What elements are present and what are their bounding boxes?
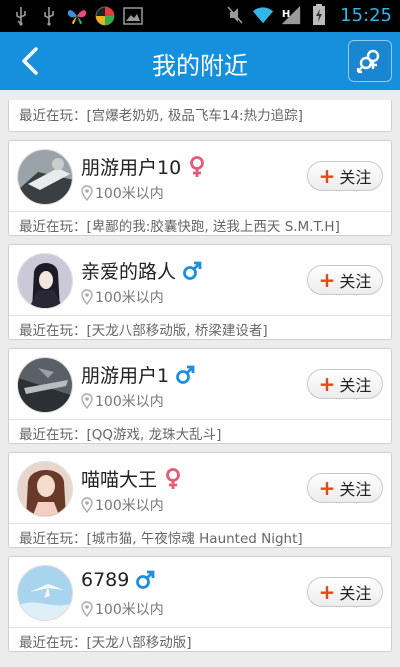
nearby-list[interactable]: 最近在玩：[宫爆老奶奶, 极品飞车14:热力追踪] 朋游用户10 100米以内 … — [0, 90, 400, 667]
distance-text: 100米以内 — [95, 602, 164, 618]
follow-button[interactable]: + 关注 — [307, 369, 383, 399]
list-item[interactable]: 6789 100米以内 + 关注 最近在玩：[天龙八部移动版] — [8, 556, 392, 652]
distance-text: 100米以内 — [95, 394, 164, 410]
signal-icon: H — [280, 4, 302, 26]
distance-text: 100米以内 — [95, 290, 164, 306]
list-item[interactable]: 朋游用户1 100米以内 + 关注 最近在玩：[QQ游戏, 龙珠大乱斗] — [8, 348, 392, 444]
follow-label: 关注 — [339, 376, 372, 395]
follow-label: 关注 — [339, 480, 372, 499]
distance-text: 100米以内 — [95, 186, 164, 202]
list-item[interactable]: 喵喵大王 100米以内 + 关注 最近在玩：[城市猫, 午夜惊魂 Haunted… — [8, 452, 392, 548]
male-icon — [135, 569, 155, 591]
butterfly-app-icon — [66, 5, 88, 27]
location-pin-icon — [81, 497, 93, 513]
follow-label: 关注 — [339, 168, 372, 187]
location-pin-icon — [81, 601, 93, 617]
recent-games: 最近在玩：[城市猫, 午夜惊魂 Haunted Night] — [19, 531, 303, 547]
page-title: 我的附近 — [152, 52, 248, 80]
recent-games: 最近在玩：[QQ游戏, 龙珠大乱斗] — [19, 427, 222, 443]
gender-filter-button[interactable] — [348, 40, 392, 82]
follow-button[interactable]: + 关注 — [307, 161, 383, 191]
recent-games: 最近在玩：[卑鄙的我:胶囊快跑, 送我上西天 S.M.T.H] — [19, 219, 340, 235]
user-name[interactable]: 朋游用户1 — [81, 361, 169, 388]
plus-icon: + — [318, 580, 336, 604]
mute-icon — [224, 4, 246, 26]
divider — [9, 315, 391, 316]
avatar[interactable] — [17, 149, 73, 205]
usb-icon — [10, 5, 32, 27]
divider — [9, 211, 391, 212]
follow-button[interactable]: + 关注 — [307, 265, 383, 295]
male-icon — [175, 364, 195, 386]
user-name[interactable]: 朋游用户10 — [81, 153, 181, 180]
usb-icon — [38, 5, 60, 27]
distance-text: 100米以内 — [95, 498, 164, 514]
colorful-app-icon — [94, 5, 116, 27]
avatar[interactable] — [17, 565, 73, 621]
location-pin-icon — [81, 393, 93, 409]
female-icon — [187, 155, 207, 178]
avatar[interactable] — [17, 357, 73, 413]
recent-games: 最近在玩：[天龙八部移动版, 桥梁建设者] — [19, 323, 268, 339]
status-bar: H 15:25 — [0, 0, 400, 32]
location-pin-icon — [81, 289, 93, 305]
follow-button[interactable]: + 关注 — [307, 577, 383, 607]
male-icon — [182, 260, 202, 282]
follow-label: 关注 — [339, 272, 372, 291]
recent-games: 最近在玩：[天龙八部移动版] — [19, 635, 192, 651]
clock-text: 15:25 — [340, 4, 392, 26]
plus-icon: + — [318, 476, 336, 500]
follow-button[interactable]: + 关注 — [307, 473, 383, 503]
female-icon — [163, 467, 183, 490]
list-item[interactable]: 朋游用户10 100米以内 + 关注 最近在玩：[卑鄙的我:胶囊快跑, 送我上西… — [8, 140, 392, 236]
gender-filter-icon — [356, 49, 380, 74]
nav-bar: 我的附近 — [0, 32, 400, 90]
battery-icon — [308, 4, 330, 26]
image-icon — [122, 5, 144, 27]
wifi-icon — [252, 4, 274, 26]
avatar[interactable] — [17, 461, 73, 517]
plus-icon: + — [318, 268, 336, 292]
location-pin-icon — [81, 185, 93, 201]
list-item[interactable]: 亲爱的路人 100米以内 + 关注 最近在玩：[天龙八部移动版, 桥梁建设者] — [8, 244, 392, 340]
user-name[interactable]: 6789 — [81, 569, 129, 591]
divider — [9, 627, 391, 628]
list-item[interactable]: 最近在玩：[宫爆老奶奶, 极品飞车14:热力追踪] — [8, 100, 392, 132]
follow-label: 关注 — [339, 584, 372, 603]
svg-text:H: H — [282, 9, 290, 20]
divider — [9, 419, 391, 420]
avatar[interactable] — [17, 253, 73, 309]
plus-icon: + — [318, 164, 336, 188]
recent-games: 最近在玩：[宫爆老奶奶, 极品飞车14:热力追踪] — [19, 108, 303, 124]
user-name[interactable]: 亲爱的路人 — [81, 257, 176, 284]
divider — [9, 523, 391, 524]
plus-icon: + — [318, 372, 336, 396]
user-name[interactable]: 喵喵大王 — [81, 465, 157, 492]
